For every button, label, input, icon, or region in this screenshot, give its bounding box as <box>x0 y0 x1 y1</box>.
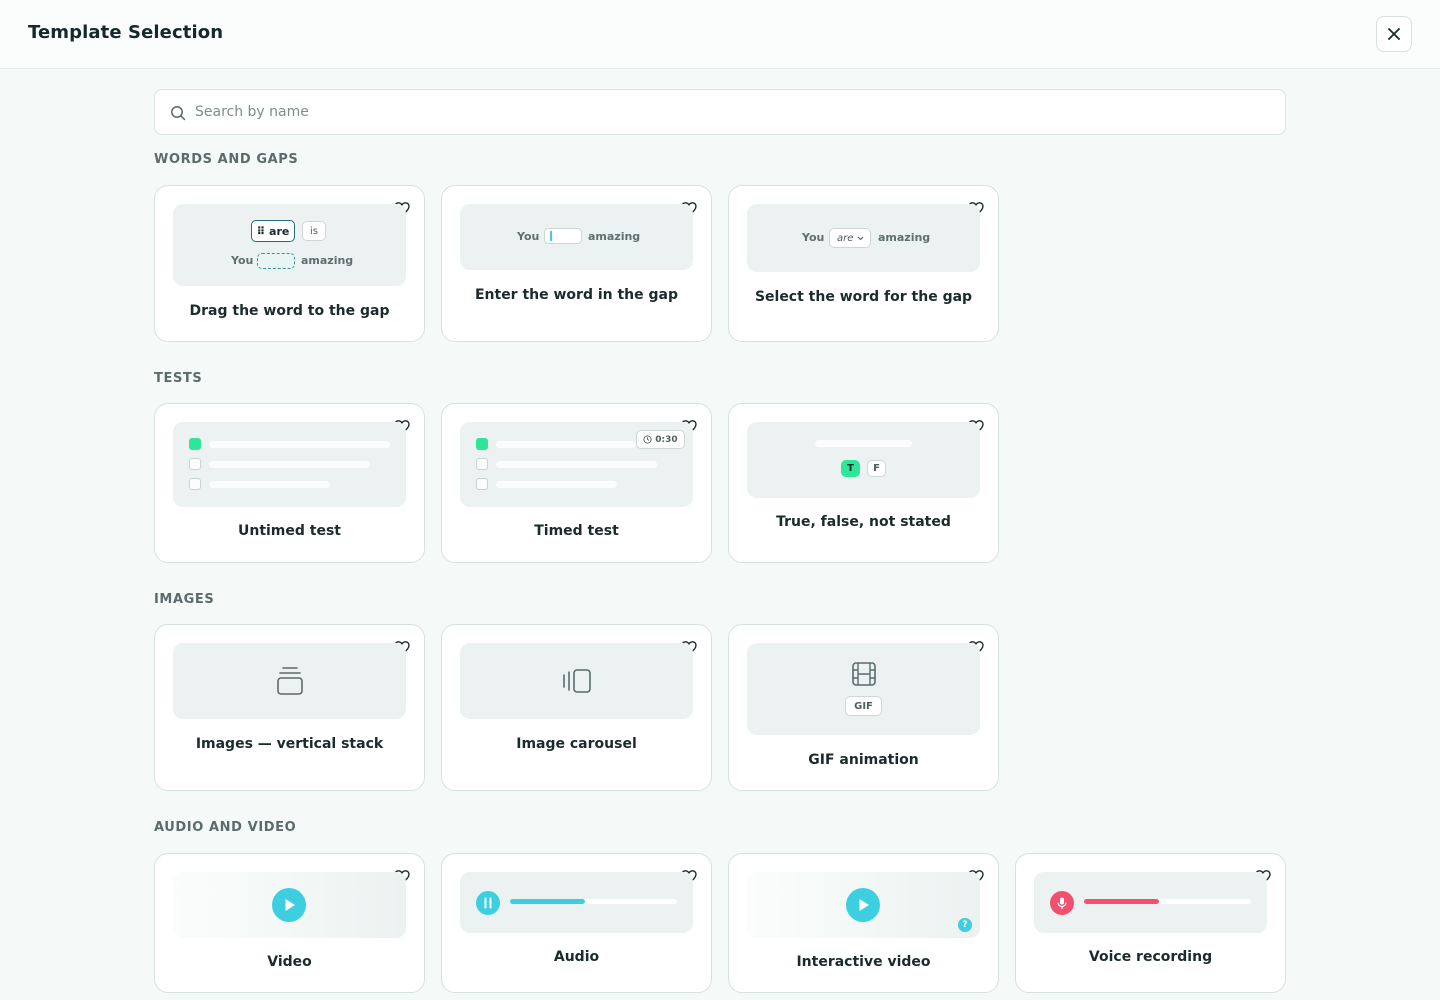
checkbox <box>189 458 201 470</box>
dropdown-value: are <box>837 232 854 244</box>
image-stack-preview <box>173 643 406 719</box>
card-label: Drag the word to the gap <box>189 303 390 319</box>
select-dropdown: are <box>829 228 871 248</box>
modal-header: Template Selection <box>0 0 1440 69</box>
sentence-end: amazing <box>878 231 931 244</box>
word-chip-are: ⠿ are <box>251 220 295 242</box>
word-chip-is: is <box>302 221 326 241</box>
card-label: Timed test <box>534 523 619 539</box>
modal-title: Template Selection <box>28 22 224 43</box>
checkbox-checked <box>476 438 488 450</box>
template-card-interactive-video[interactable]: ? Interactive video <box>728 853 999 993</box>
card-label: Interactive video <box>796 954 931 970</box>
sentence-start: You <box>231 254 254 267</box>
checkbox <box>476 458 488 470</box>
gif-badge: GIF <box>845 696 882 716</box>
template-card-timed-test[interactable]: 0:30 Timed test <box>441 403 712 563</box>
enter-word-preview: You amazing <box>460 204 693 270</box>
audio-progress-track <box>510 899 677 904</box>
microphone-icon <box>1050 891 1074 915</box>
close-button[interactable] <box>1376 16 1412 52</box>
section-title-words: WORDS AND GAPS <box>154 152 299 167</box>
false-chip: F <box>867 460 886 477</box>
template-card-enter-word[interactable]: You amazing Enter the word in the gap <box>441 185 712 342</box>
template-card-image-stack[interactable]: Images — vertical stack <box>154 624 425 791</box>
checkbox <box>476 478 488 490</box>
interactive-video-preview: ? <box>747 872 980 938</box>
section-title-images: IMAGES <box>154 592 215 607</box>
template-card-audio[interactable]: Audio <box>441 853 712 993</box>
drag-word-preview: ⠿ are is You amazing <box>173 204 406 286</box>
pause-icon <box>476 891 500 915</box>
video-preview <box>173 872 406 938</box>
card-label: Untimed test <box>237 523 342 539</box>
card-label: Enter the word in the gap <box>474 287 679 303</box>
card-label: Images — vertical stack <box>195 736 384 752</box>
audio-progress-fill <box>510 899 586 904</box>
timer-value: 0:30 <box>655 434 678 445</box>
card-label: Image carousel <box>516 736 637 752</box>
search-box[interactable] <box>154 89 1286 135</box>
film-icon <box>852 662 876 686</box>
question-badge: ? <box>958 918 972 932</box>
voice-recording-preview <box>1034 872 1267 933</box>
template-card-gif[interactable]: GIF GIF animation <box>728 624 999 791</box>
card-label: GIF animation <box>808 752 919 768</box>
card-label: Audio <box>553 949 600 965</box>
audio-preview <box>460 872 693 933</box>
card-label: Select the word for the gap <box>754 289 973 305</box>
select-word-preview: You are amazing <box>747 204 980 272</box>
timed-test-preview: 0:30 <box>460 422 693 507</box>
card-label: Video <box>267 954 312 970</box>
image-carousel-preview <box>460 643 693 719</box>
section-title-tests: TESTS <box>154 371 203 386</box>
card-label: Voice recording <box>1088 949 1213 965</box>
checkbox-checked <box>189 438 201 450</box>
template-card-voice-recording[interactable]: Voice recording <box>1015 853 1286 993</box>
template-card-true-false[interactable]: T F True, false, not stated <box>728 403 999 563</box>
chevron-down-icon <box>857 236 864 241</box>
search-icon <box>171 106 186 121</box>
template-card-image-carousel[interactable]: Image carousel <box>441 624 712 791</box>
card-label: True, false, not stated <box>776 514 951 530</box>
carousel-icon <box>563 669 591 693</box>
stacked-images-icon <box>277 667 303 695</box>
sentence-start: You <box>517 230 540 243</box>
close-icon <box>1388 28 1400 40</box>
section-title-media: AUDIO AND VIDEO <box>154 820 297 835</box>
sentence-start: You <box>802 231 825 244</box>
clock-icon <box>643 435 652 444</box>
voice-progress-track <box>1084 899 1251 904</box>
gif-preview: GIF <box>747 643 980 735</box>
text-gap-field <box>544 228 582 244</box>
checkbox <box>189 478 201 490</box>
gap-slot <box>257 253 295 269</box>
play-icon <box>846 888 880 922</box>
untimed-test-preview <box>173 422 406 507</box>
true-chip: T <box>841 460 860 477</box>
template-card-select-word[interactable]: You are amazing Select the word for the … <box>728 185 999 342</box>
play-icon <box>272 888 306 922</box>
true-false-preview: T F <box>747 422 980 498</box>
timer-badge: 0:30 <box>636 430 685 449</box>
template-card-video[interactable]: Video <box>154 853 425 993</box>
search-input[interactable] <box>195 90 1275 134</box>
sentence-end: amazing <box>301 254 354 267</box>
voice-progress-fill <box>1084 899 1160 904</box>
template-card-untimed-test[interactable]: Untimed test <box>154 403 425 563</box>
template-card-drag-word[interactable]: ⠿ are is You amazing Drag the word to th… <box>154 185 425 342</box>
sentence-end: amazing <box>588 230 641 243</box>
